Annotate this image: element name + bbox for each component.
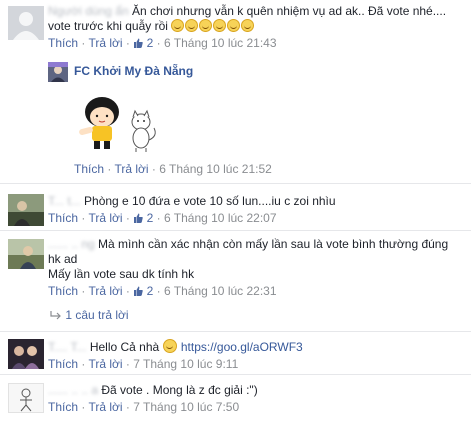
comment-text: Mà mình cần xác nhận còn mấy lần sau là …: [48, 237, 449, 266]
comment-text-2: Mấy lần vote sau dk tính hk: [48, 267, 195, 281]
default-avatar-icon: [8, 6, 44, 40]
comment-body: ...... .. ng Mà mình cần xác nhận còn mấ…: [48, 237, 464, 323]
author-name-redacted[interactable]: T.... T...: [48, 340, 86, 354]
comment-body: T... t... Phòng e 10 đứa e vote 10 số lu…: [48, 194, 464, 226]
timestamp[interactable]: 6 Tháng 10 lúc 22:07: [164, 211, 277, 225]
user-photo-icon: [8, 239, 44, 269]
reply-link[interactable]: Trả lời: [88, 400, 122, 414]
comment-meta: Thích · Trả lời · 7 Tháng 10 lúc 7:50: [48, 400, 240, 414]
comment-text: Hello Cả nhà: [89, 340, 160, 354]
smile-emoji-icon: [185, 19, 199, 32]
comment-meta: Thích · Trả lời · 6 Tháng 10 lúc 21:52: [74, 162, 272, 176]
replies-count-link[interactable]: 1 câu trả lời: [65, 308, 128, 322]
author-name-redacted[interactable]: T... t...: [48, 194, 81, 208]
timestamp[interactable]: 7 Tháng 10 lúc 7:50: [133, 400, 239, 414]
avatar[interactable]: [48, 62, 68, 82]
smile-emoji-icon: [171, 19, 185, 32]
author-name-redacted[interactable]: ...... .. .. a: [48, 383, 98, 397]
like-count[interactable]: 2: [147, 211, 154, 225]
sticker-image: [74, 92, 164, 162]
reply-link[interactable]: Trả lời: [88, 211, 122, 225]
smile-emoji-icon: [241, 19, 255, 32]
girl-and-cat-sticker-icon: [79, 97, 156, 152]
like-link[interactable]: Thích: [74, 162, 104, 176]
like-link[interactable]: Thích: [48, 36, 78, 50]
reply-link[interactable]: Trả lời: [88, 284, 122, 298]
reply-link[interactable]: Trả lời: [114, 162, 148, 176]
like-link[interactable]: Thích: [48, 357, 78, 371]
reply-arrow-icon: [50, 311, 61, 320]
timestamp[interactable]: 6 Tháng 10 lúc 21:52: [159, 162, 272, 176]
divider: [0, 374, 471, 375]
comment-body: Người dùng ẩn Ăn chơi nhưng vẫn k quên n…: [48, 4, 464, 51]
smile-emoji-icon: [213, 19, 227, 32]
smile-emoji-icon: [227, 19, 241, 32]
comment-meta: Thích · Trả lời · 2 · 6 Tháng 10 lúc 21:…: [48, 36, 277, 50]
avatar[interactable]: [8, 239, 44, 269]
like-link[interactable]: Thích: [48, 211, 78, 225]
divider: [0, 183, 471, 184]
comment-meta: Thích · Trả lời · 2 · 6 Tháng 10 lúc 22:…: [48, 284, 277, 298]
reply-link[interactable]: Trả lời: [88, 357, 122, 371]
comment-body: ...... .. .. a Đã vote . Mong là z đc gi…: [48, 383, 464, 415]
user-photo-icon: [8, 194, 44, 226]
divider: [0, 230, 471, 231]
thumbs-up-icon[interactable]: [133, 213, 144, 223]
timestamp[interactable]: 7 Tháng 10 lúc 9:11: [133, 357, 238, 371]
view-replies[interactable]: 1 câu trả lời: [48, 308, 464, 323]
comment-text: Phòng e 10 đứa e vote 10 số lun....iu c …: [84, 194, 336, 208]
divider: [0, 331, 471, 332]
avatar[interactable]: [8, 6, 44, 40]
smile-emoji-icon: [199, 19, 213, 32]
avatar[interactable]: [8, 339, 44, 369]
reply-link[interactable]: Trả lời: [88, 36, 122, 50]
shared-link[interactable]: https://goo.gl/aORWF3: [181, 340, 303, 354]
like-link[interactable]: Thích: [48, 284, 78, 298]
like-count[interactable]: 2: [147, 284, 154, 298]
author-name-redacted[interactable]: ...... .. ng: [48, 237, 95, 251]
page-avatar-icon: [48, 62, 68, 82]
author-name[interactable]: FC Khởi My Đà Nẵng: [74, 64, 193, 78]
emoji-row: [171, 19, 255, 33]
like-count[interactable]: 2: [147, 36, 154, 50]
comment-text: Đã vote . Mong là z đc giải :"): [101, 383, 258, 397]
user-photo-icon: [8, 339, 44, 369]
thumbs-up-icon[interactable]: [133, 286, 144, 296]
thumbs-up-icon[interactable]: [133, 38, 144, 48]
drawing-avatar-icon: [9, 384, 43, 412]
comment-meta: Thích · Trả lời · 2 · 6 Tháng 10 lúc 22:…: [48, 211, 277, 225]
comment-body: FC Khởi My Đà Nẵng: [74, 64, 464, 79]
timestamp[interactable]: 6 Tháng 10 lúc 21:43: [164, 36, 277, 50]
like-link[interactable]: Thích: [48, 400, 78, 414]
comment-body: T.... T... Hello Cả nhà https://goo.gl/a…: [48, 339, 464, 372]
comment-meta: Thích · Trả lời · 7 Tháng 10 lúc 9:11: [48, 357, 239, 371]
author-name-redacted[interactable]: Người dùng ẩn: [48, 4, 129, 18]
smile-emoji-icon: [162, 339, 177, 353]
avatar[interactable]: [8, 194, 44, 226]
avatar[interactable]: [8, 383, 44, 413]
timestamp[interactable]: 6 Tháng 10 lúc 22:31: [164, 284, 277, 298]
